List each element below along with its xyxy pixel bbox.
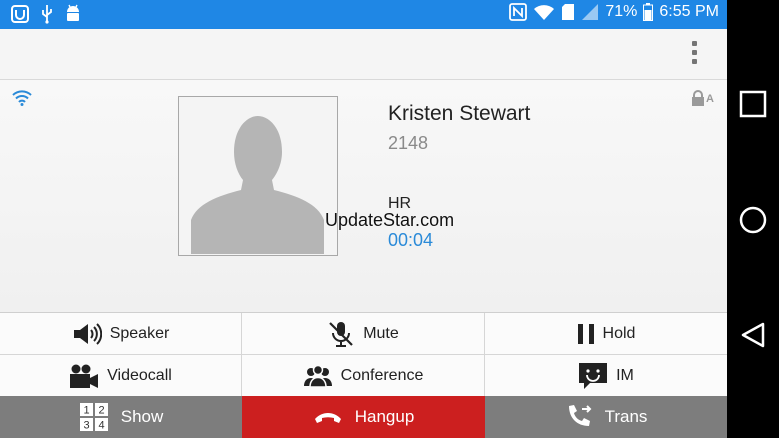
keypad-digit-4: 4 bbox=[98, 420, 104, 432]
video-camera-icon bbox=[70, 364, 99, 388]
keypad-digit-2: 2 bbox=[98, 405, 104, 417]
videocall-label: Videocall bbox=[107, 366, 172, 384]
bottom-actions: 1 2 3 4 Show Hangup Trans bbox=[0, 396, 727, 438]
usb-icon bbox=[42, 5, 52, 24]
sim-icon bbox=[562, 4, 575, 20]
conference-label: Conference bbox=[340, 366, 424, 384]
nfc-icon bbox=[509, 3, 528, 21]
hold-label: Hold bbox=[602, 324, 636, 342]
square-icon bbox=[739, 90, 767, 118]
mute-button[interactable]: Mute bbox=[242, 313, 485, 355]
app-icon bbox=[11, 5, 29, 23]
conference-button[interactable]: Conference bbox=[242, 355, 485, 397]
call-screen: 71% 6:55 PM A Kristen Stewart 2148 HR 00… bbox=[0, 0, 727, 438]
call-info-panel: A Kristen Stewart 2148 HR 00:04 UpdateSt… bbox=[0, 80, 727, 312]
watermark: UpdateStar.com bbox=[325, 210, 455, 230]
status-bar: 71% 6:55 PM bbox=[0, 0, 727, 29]
videocall-button[interactable]: Videocall bbox=[0, 355, 242, 397]
system-status: 71% 6:55 PM bbox=[509, 3, 719, 21]
keypad-icon: 1 2 3 4 bbox=[79, 403, 108, 432]
mute-mic-icon bbox=[329, 321, 353, 347]
circle-icon bbox=[739, 206, 767, 234]
transfer-call-icon bbox=[568, 405, 591, 426]
keypad-digit-1: 1 bbox=[83, 405, 89, 417]
hangup-phone-icon bbox=[314, 413, 341, 423]
show-label: Show bbox=[120, 407, 164, 426]
recents-button[interactable] bbox=[727, 90, 779, 118]
back-button[interactable] bbox=[727, 321, 779, 349]
contact-avatar bbox=[178, 96, 338, 256]
speaker-button[interactable]: Speaker bbox=[0, 313, 242, 355]
hangup-button[interactable]: Hangup bbox=[242, 396, 485, 438]
mute-label: Mute bbox=[363, 324, 399, 342]
contact-number: 2148 bbox=[388, 133, 429, 153]
overflow-menu-icon[interactable] bbox=[689, 41, 699, 69]
back-triangle-icon bbox=[741, 322, 765, 348]
notification-icons bbox=[10, 4, 82, 24]
im-button[interactable]: IM bbox=[485, 355, 727, 397]
chat-bubble-icon bbox=[579, 362, 608, 389]
keypad-digit-3: 3 bbox=[83, 420, 89, 432]
cell-signal-icon bbox=[582, 4, 599, 20]
android-icon bbox=[67, 4, 79, 21]
battery-percentage: 71% bbox=[605, 3, 638, 20]
conference-icon bbox=[303, 364, 332, 388]
wifi-signal-icon bbox=[534, 5, 555, 20]
clock: 6:55 PM bbox=[659, 3, 719, 20]
hold-button[interactable]: Hold bbox=[485, 313, 727, 355]
show-keypad-button[interactable]: 1 2 3 4 Show bbox=[0, 396, 242, 438]
trans-label: Trans bbox=[604, 407, 648, 426]
pause-icon bbox=[577, 323, 594, 344]
hangup-label: Hangup bbox=[354, 407, 415, 426]
lock-letter: A bbox=[706, 93, 714, 105]
person-placeholder-icon bbox=[191, 116, 324, 254]
contact-name: Kristen Stewart bbox=[388, 102, 531, 125]
call-controls: Speaker Mute Hold Videocall Conference I… bbox=[0, 312, 727, 397]
speaker-label: Speaker bbox=[109, 324, 170, 342]
speaker-icon bbox=[73, 322, 102, 345]
transfer-button[interactable]: Trans bbox=[485, 396, 727, 438]
wifi-icon bbox=[12, 90, 32, 106]
im-label: IM bbox=[616, 366, 634, 384]
battery-icon bbox=[643, 3, 654, 21]
call-duration: 00:04 bbox=[388, 230, 434, 250]
lock-icon: A bbox=[691, 90, 715, 111]
system-nav-bar bbox=[727, 0, 779, 438]
home-button[interactable] bbox=[727, 205, 779, 235]
action-bar bbox=[0, 29, 727, 80]
